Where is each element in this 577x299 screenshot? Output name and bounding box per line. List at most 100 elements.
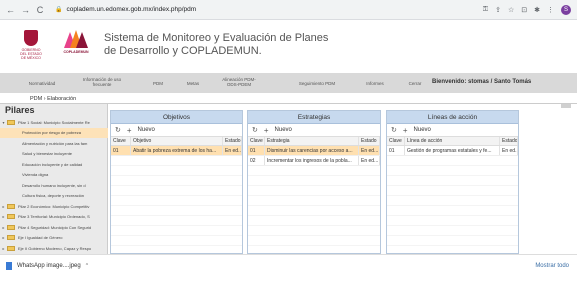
extension-icon[interactable]: ⊡ [521, 6, 527, 14]
plus-icon[interactable]: + [403, 126, 408, 135]
pilares-tree: ▾ Pilar 1 Social: Municipio Socialmente R… [0, 117, 108, 254]
cell-clave: 01 [387, 146, 405, 155]
tree-node[interactable]: ▸ Pilar 3 Territorial: Municipio Ordenado… [0, 212, 108, 223]
table-row[interactable]: 01 Gestión de programas estatales y fe..… [387, 146, 518, 156]
menu-item-seguimiento[interactable]: Seguimiento PDM [292, 81, 342, 86]
shield-icon [24, 30, 38, 46]
tree-node-label: Salud y bienestar incluyente [22, 151, 73, 157]
col-header[interactable]: Clave [248, 137, 265, 145]
table-row[interactable]: 01 Abatir la pobreza extrema de los ha..… [111, 146, 242, 156]
address-bar[interactable]: 🔒 copladem.un.edomex.gob.mx/index.php/pd… [55, 6, 196, 13]
coplademun-logo: COPLADEMUN [58, 30, 94, 64]
scrollbar[interactable] [561, 104, 571, 108]
reload-icon[interactable]: C [36, 5, 44, 15]
tree-node-label: Educación incluyente y de calidad [22, 161, 83, 167]
expand-arrow-icon[interactable]: ▸ [0, 214, 7, 219]
col-header[interactable]: Estado [223, 137, 242, 145]
tree-node[interactable]: ▸ Eje I Igualdad de Género [0, 233, 108, 244]
share-icon[interactable]: ⇪ [495, 6, 501, 14]
folder-icon [7, 245, 15, 251]
forward-icon[interactable]: → [21, 5, 30, 15]
col-header[interactable]: Estrategia [265, 137, 359, 145]
estrategias-title: Estrategias [248, 111, 380, 124]
lineas-new-button[interactable]: Nuevo [414, 127, 431, 133]
tree-node[interactable]: Alimentación y nutrición para las fam [0, 138, 108, 149]
estrategias-new-button[interactable]: Nuevo [275, 127, 292, 133]
menu-item-informes[interactable]: Informes [362, 81, 388, 86]
title-line-1: Sistema de Monitoreo y Evaluación de Pla… [104, 32, 329, 44]
show-all-button[interactable]: Mostrar todo [535, 263, 569, 269]
tree-node-label: Eje I Igualdad de Género [18, 235, 63, 241]
empty-rows [111, 156, 242, 251]
tree-node[interactable]: ▸ Pilar 4 Seguridad: Municipio Con Seguri… [0, 222, 108, 233]
col-header[interactable]: Estado [500, 137, 518, 145]
tree-node[interactable]: Vivienda digna [0, 170, 108, 181]
tree-node[interactable]: Cultura física, deporte y recreación [0, 191, 108, 202]
tree-node-label: Eje II Gobierno Moderno, Capaz y Respo [18, 245, 92, 251]
tree-node[interactable]: Salud y bienestar incluyente [0, 149, 108, 160]
expand-arrow-icon[interactable]: ▾ [0, 120, 7, 125]
tree-node[interactable]: Educación incluyente y de calidad [0, 159, 108, 170]
profile-avatar[interactable]: S [561, 4, 571, 15]
tree-node[interactable]: ▾ Pilar 1 Social: Municipio Socialmente R… [0, 117, 108, 128]
col-header[interactable]: Objetivo [131, 137, 223, 145]
folder-icon [7, 119, 15, 125]
mountain-icon [64, 30, 88, 48]
key-icon[interactable]: ⚿ [483, 6, 488, 14]
tree-node[interactable]: Desarrollo humano incluyente, sin d [0, 180, 108, 191]
menu-item-metas[interactable]: Metas [182, 81, 204, 86]
tree-node-label: Pilar 2 Económico: Municipio Competitiv [18, 203, 90, 209]
estrategias-panel: Estrategias ↻ + Nuevo Clave Estrategia E… [247, 110, 381, 254]
menu-item-normatividad[interactable]: Normatividad [22, 81, 62, 86]
tree-node-label: Protección por riesgo de pobreza [22, 130, 81, 136]
empty-rows [248, 166, 380, 251]
tree-node[interactable]: ▸ Pilar 2 Económico: Municipio Competitiv [0, 201, 108, 212]
page-title: Sistema de Monitoreo y Evaluación de Pla… [104, 32, 328, 58]
col-header[interactable]: Línea de acción [405, 137, 500, 145]
expand-arrow-icon[interactable]: ▸ [0, 225, 7, 230]
table-row[interactable]: 01 Disminuir las carencias por acceso a.… [248, 146, 380, 156]
refresh-icon[interactable]: ↻ [252, 126, 258, 134]
col-header[interactable]: Clave [111, 137, 131, 145]
gobierno-logo: GOBIERNO DEL ESTADO DE MÉXICO [18, 30, 44, 64]
site-header: GOBIERNO DEL ESTADO DE MÉXICO COPLADEMUN… [0, 20, 577, 72]
estrategias-toolbar: ↻ + Nuevo [248, 124, 380, 137]
refresh-icon[interactable]: ↻ [391, 126, 397, 134]
menu-dots-icon[interactable]: ⋮ [547, 6, 554, 14]
breadcrumb: PDM › Elaboración [30, 96, 77, 102]
objetivos-new-button[interactable]: Nuevo [138, 127, 155, 133]
puzzle-icon[interactable]: ✱ [534, 6, 540, 14]
download-filename[interactable]: WhatsApp image....jpeg [17, 263, 81, 269]
expand-arrow-icon[interactable]: ▸ [0, 246, 7, 251]
menu-item-informacion[interactable]: Información de uso frecuente [78, 77, 126, 87]
folder-icon [7, 224, 15, 230]
estrategias-header-row: Clave Estrategia Estado [248, 137, 380, 146]
expand-arrow-icon[interactable]: ▸ [0, 204, 7, 209]
lineas-title: Líneas de acción [387, 111, 518, 124]
pilares-panel: Pilares ▾ Pilar 1 Social: Municipio Socia… [0, 104, 108, 254]
col-header[interactable]: Clave [387, 137, 405, 145]
tree-node[interactable]: Protección por riesgo de pobreza [0, 127, 108, 138]
star-icon[interactable]: ☆ [508, 6, 514, 14]
cell-estado: En ed... [225, 146, 242, 155]
chevron-up-icon[interactable]: ^ [86, 263, 88, 269]
menu-item-cerrar[interactable]: Cerrar [404, 81, 426, 86]
folder-icon [7, 214, 15, 220]
plus-icon[interactable]: + [127, 126, 132, 135]
menu-item-pdm[interactable]: PDM [148, 81, 168, 86]
cell-clave: 02 [248, 156, 265, 165]
download-item[interactable]: WhatsApp image....jpeg ^ [6, 262, 88, 270]
cell-clave: 01 [111, 146, 131, 155]
menu-item-alineacion[interactable]: Alineación PDM-ODS-PDEM [218, 77, 260, 87]
url-text[interactable]: copladem.un.edomex.gob.mx/index.php/pdm [66, 6, 196, 13]
back-icon[interactable]: ← [6, 5, 15, 15]
welcome-text: Bienvenido: stomas / Santo Tomás [432, 79, 532, 85]
table-row[interactable]: 02 Incrementar los ingresos de la pobla.… [248, 156, 380, 166]
coplademun-logo-text: COPLADEMUN [63, 50, 89, 54]
expand-arrow-icon[interactable]: ▸ [0, 235, 7, 240]
plus-icon[interactable]: + [264, 126, 269, 135]
tree-node-label: Pilar 3 Territorial: Municipio Ordenado,… [18, 214, 90, 220]
tree-node[interactable]: ▸ Eje II Gobierno Moderno, Capaz y Respo [0, 243, 108, 254]
col-header[interactable]: Estado [359, 137, 380, 145]
refresh-icon[interactable]: ↻ [115, 126, 121, 134]
